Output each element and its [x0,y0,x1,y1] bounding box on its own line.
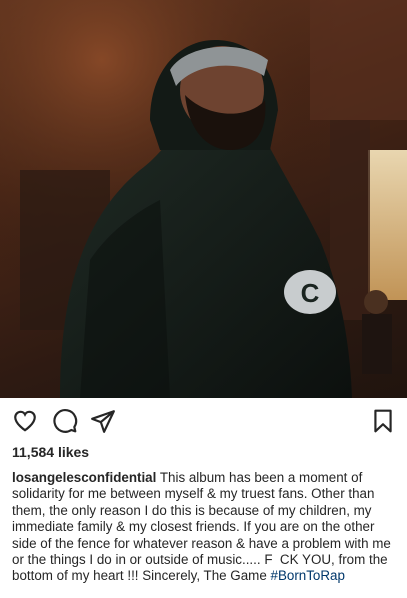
hoodie-logo: C [284,270,336,314]
share-icon[interactable] [90,408,116,434]
post-photo[interactable]: C [0,0,407,398]
caption-text: This album has been a moment of solidari… [12,470,391,584]
comment-icon[interactable] [52,408,78,434]
post-photo-illustration: C [0,0,407,398]
caption-username[interactable]: losangelesconfidential [12,470,156,485]
post-action-bar [0,398,407,444]
likes-count[interactable]: 11,584 likes [12,444,89,460]
caption-hashtag[interactable]: #BornToRap [271,568,345,583]
heart-icon[interactable] [12,408,38,434]
svg-text:C: C [301,278,320,308]
bookmark-icon[interactable] [370,408,396,434]
post-caption: losangelesconfidential This album has be… [12,470,400,585]
